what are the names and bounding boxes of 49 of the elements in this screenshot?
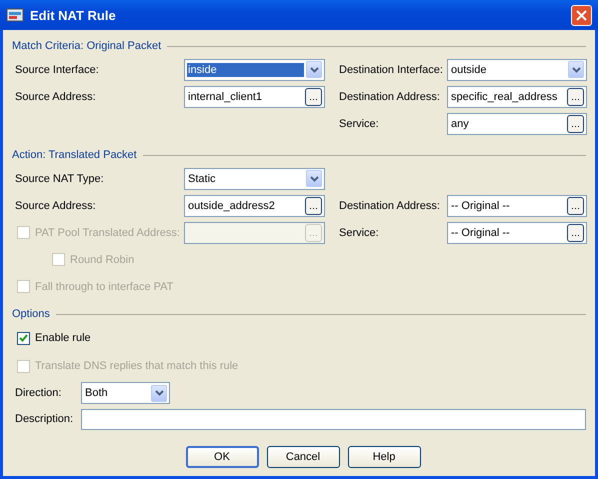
field-label: Service: [338, 118, 380, 130]
caret-icon [154, 390, 164, 396]
app-icon [6, 7, 24, 23]
field-label: Source Address: [14, 200, 97, 212]
browse-button[interactable] [567, 88, 584, 106]
close-button[interactable] [571, 4, 592, 26]
dropdown[interactable]: Both [81, 382, 170, 404]
field-label: Destination Address: [338, 90, 441, 102]
field-label: Destination Address: [338, 200, 441, 212]
field-label: Description: [14, 413, 74, 425]
field-label: Destination Interface: [338, 64, 444, 76]
field-label: Source NAT Type: [14, 172, 105, 184]
section-title: Match Criteria: Original Packet [12, 40, 162, 52]
section-title: Action: Translated Packet [12, 149, 137, 161]
checkbox-label: Enable rule [35, 332, 91, 344]
dropdown[interactable]: Static [184, 168, 325, 190]
close-icon [576, 10, 587, 20]
text-field[interactable]: any [447, 112, 587, 134]
dropdown[interactable]: inside [184, 58, 325, 80]
text-field[interactable]: -- Original -- [447, 222, 587, 244]
checkbox[interactable] [17, 332, 30, 344]
caret-icon [572, 66, 580, 72]
caret-icon [310, 66, 318, 72]
description-field[interactable] [81, 408, 586, 430]
browse-button[interactable] [305, 88, 322, 106]
dialog-button[interactable]: Cancel [266, 446, 340, 468]
text-field[interactable]: outside_address2 [184, 194, 325, 216]
window-title: Edit NAT Rule [30, 8, 117, 22]
browse-button[interactable] [305, 196, 322, 214]
section-title: Options [12, 308, 50, 320]
caret-icon [310, 176, 318, 182]
checkbox-label: Round Robin [70, 254, 134, 266]
field-label: Service: [338, 226, 380, 238]
field-label: Source Interface: [14, 64, 100, 76]
text-field[interactable]: -- Original -- [447, 194, 587, 216]
text-field[interactable]: internal_client1 [184, 86, 325, 108]
dropdown[interactable]: outside [447, 58, 587, 80]
field-label: Direction: [14, 387, 62, 399]
checkmark-icon [19, 334, 28, 342]
field-label: Source Address: [14, 90, 97, 102]
checkbox-label: Translate DNS replies that match this rule [35, 360, 238, 372]
dialog-button[interactable]: OK [186, 446, 258, 468]
text-field[interactable]: specific_real_address [447, 86, 587, 108]
dialog-button[interactable]: Help [348, 446, 420, 468]
browse-button[interactable] [567, 114, 584, 132]
checkbox-label: PAT Pool Translated Address: [35, 226, 180, 238]
checkbox-label: Fall through to interface PAT [35, 280, 174, 292]
browse-button[interactable] [567, 196, 584, 214]
browse-button[interactable] [567, 224, 584, 242]
